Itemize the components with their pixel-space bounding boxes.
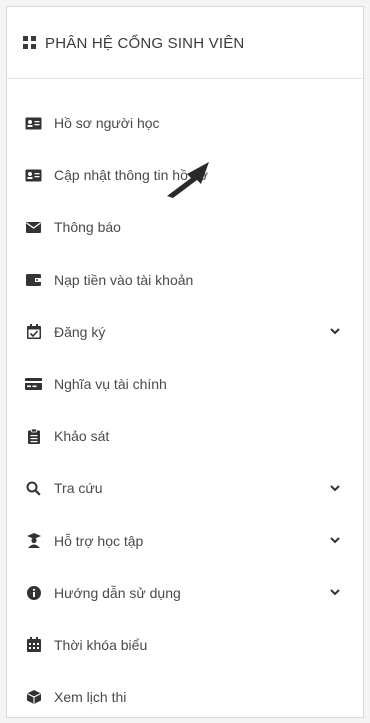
menu-item-label: Hướng dẫn sử dụng <box>54 584 181 601</box>
menu-item-nap-tien[interactable]: Nạp tiền vào tài khoản <box>7 254 363 306</box>
clipboard-icon <box>25 428 42 444</box>
calendar-icon <box>25 637 42 653</box>
menu-item-label: Khảo sát <box>54 428 110 445</box>
menu-item-label: Tra cứu <box>54 480 103 497</box>
menu-item-khao-sat[interactable]: Khảo sát <box>7 410 363 462</box>
menu-item-label: Xem lịch thi <box>54 689 127 706</box>
info-icon <box>25 585 42 600</box>
calendar-check-icon <box>25 324 42 340</box>
menu-item-label: Cập nhật thông tin hồ sơ <box>54 167 208 184</box>
menu-item-label: Hồ sơ người học <box>54 115 160 132</box>
envelope-icon <box>25 220 42 235</box>
credit-card-icon <box>25 377 42 392</box>
grid-icon <box>23 36 37 50</box>
menu-item-thong-bao[interactable]: Thông báo <box>7 201 363 253</box>
menu-item-ho-tro-hoc-tap[interactable]: Hỗ trợ học tập <box>7 515 363 567</box>
menu-item-tra-cuu[interactable]: Tra cứu <box>7 462 363 514</box>
chevron-down-icon[interactable] <box>329 535 341 547</box>
menu-item-label: Nạp tiền vào tài khoản <box>54 271 194 288</box>
id-card-edit-icon <box>25 168 42 183</box>
menu-item-thoi-khoa-bieu[interactable]: Thời khóa biểu <box>7 619 363 671</box>
menu-item-label: Nghĩa vụ tài chính <box>54 376 167 393</box>
search-icon <box>25 481 42 496</box>
chevron-down-icon[interactable] <box>329 587 341 599</box>
id-card-icon <box>25 116 42 131</box>
menu-item-nghia-vu-tai-chinh[interactable]: Nghĩa vụ tài chính <box>7 358 363 410</box>
menu-item-huong-dan-su-dung[interactable]: Hướng dẫn sử dụng <box>7 567 363 619</box>
menu-item-label: Hỗ trợ học tập <box>54 532 144 549</box>
graduate-icon <box>25 533 42 549</box>
menu-item-label: Thông báo <box>54 219 121 236</box>
menu-item-xem-lich-thi[interactable]: Xem lịch thi <box>7 671 363 723</box>
sidebar-menu: Hồ sơ người học Cập nhật thông tin hồ sơ… <box>7 97 363 723</box>
menu-item-label: Đăng ký <box>54 323 106 340</box>
chevron-down-icon[interactable] <box>329 482 341 494</box>
menu-item-dang-ky[interactable]: Đăng ký <box>7 306 363 358</box>
sidebar-title: PHÂN HỆ CỔNG SINH VIÊN <box>45 35 245 52</box>
menu-item-ho-so-nguoi-hoc[interactable]: Hồ sơ người học <box>7 97 363 149</box>
menu-item-cap-nhat-thong-tin-ho-so[interactable]: Cập nhật thông tin hồ sơ <box>7 149 363 201</box>
sidebar-header: PHÂN HỆ CỔNG SINH VIÊN <box>7 7 363 79</box>
sidebar-panel: PHÂN HỆ CỔNG SINH VIÊN Hồ sơ người học C… <box>6 6 364 718</box>
chevron-down-icon[interactable] <box>329 326 341 338</box>
wallet-icon <box>25 272 42 287</box>
cube-icon <box>25 690 42 705</box>
menu-item-label: Thời khóa biểu <box>54 636 148 653</box>
